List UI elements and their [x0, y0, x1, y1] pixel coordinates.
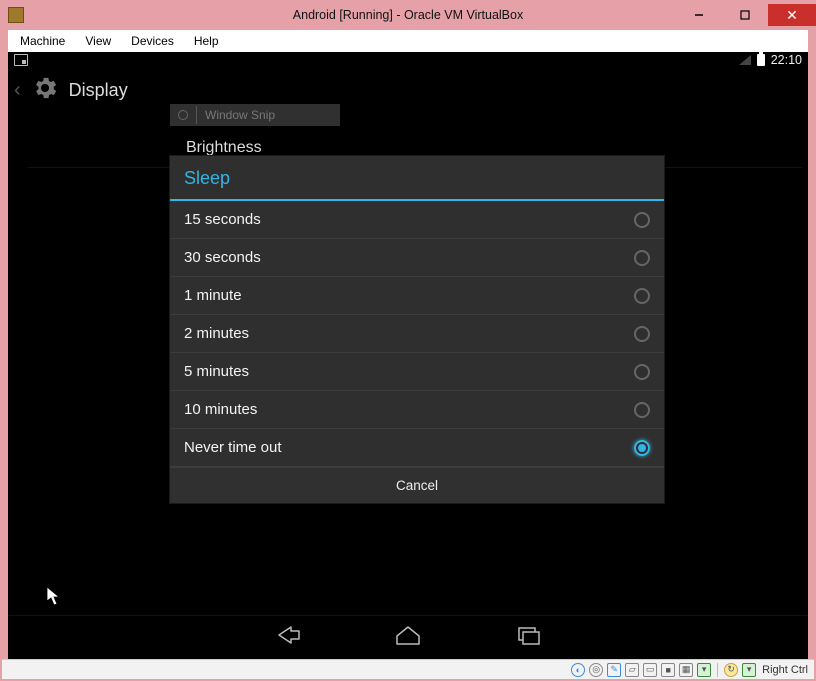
window-titlebar[interactable]: Android [Running] - Oracle VM VirtualBox… [0, 0, 816, 30]
optical-drive-icon[interactable]: ◎ [589, 663, 603, 677]
virtualbox-window: Android [Running] - Oracle VM VirtualBox… [0, 0, 816, 681]
host-key-indicator-icon[interactable]: ↻ [724, 663, 738, 677]
settings-header: ‹ Display [8, 68, 808, 112]
sleep-option-1-minute[interactable]: 1 minute [170, 277, 664, 315]
sleep-option-2-minutes[interactable]: 2 minutes [170, 315, 664, 353]
keyboard-captured-icon[interactable]: ▾ [742, 663, 756, 677]
battery-icon [757, 54, 765, 66]
radio-icon [634, 364, 650, 380]
menubar: Machine View Devices Help [8, 30, 808, 52]
snipping-overlay-label: Window Snip [205, 108, 275, 122]
usb-icon[interactable]: ✎ [607, 663, 621, 677]
window-controls: ✕ [676, 4, 816, 26]
sleep-option-5-minutes[interactable]: 5 minutes [170, 353, 664, 391]
nav-recents-button[interactable] [513, 624, 543, 651]
sleep-option-label: 1 minute [184, 287, 242, 304]
radio-icon [634, 250, 650, 266]
sleep-option-label: 10 minutes [184, 401, 257, 418]
guest-display[interactable]: 22:10 ‹ Display Window Snip Brightness S… [8, 52, 808, 659]
sleep-dialog: Sleep 15 seconds 30 seconds 1 minute 2 m… [170, 156, 664, 503]
menu-view[interactable]: View [77, 32, 119, 50]
status-right-cluster: 22:10 [739, 53, 802, 67]
menu-devices[interactable]: Devices [123, 32, 182, 50]
sleep-option-30-seconds[interactable]: 30 seconds [170, 239, 664, 277]
mouse-cursor-icon [46, 586, 62, 612]
nav-back-button[interactable] [273, 624, 303, 651]
sleep-option-label: 15 seconds [184, 211, 261, 228]
radio-icon [634, 288, 650, 304]
sleep-option-label: 30 seconds [184, 249, 261, 266]
radio-icon [634, 402, 650, 418]
radio-icon [634, 212, 650, 228]
screenshot-icon [14, 54, 28, 66]
menu-help[interactable]: Help [186, 32, 227, 50]
snipping-overlay: Window Snip [170, 104, 340, 126]
sleep-dialog-title: Sleep [170, 156, 664, 199]
radio-icon-selected [634, 440, 650, 456]
status-clock: 22:10 [771, 53, 802, 67]
radio-disabled-icon [178, 110, 188, 120]
signal-icon [739, 55, 751, 65]
maximize-button[interactable] [722, 4, 768, 26]
video-capture-icon[interactable]: ■ [661, 663, 675, 677]
radio-icon [634, 326, 650, 342]
sleep-option-15-seconds[interactable]: 15 seconds [170, 201, 664, 239]
settings-header-title: Display [69, 80, 128, 101]
host-key-label: Right Ctrl [762, 664, 808, 676]
close-button[interactable]: ✕ [768, 4, 816, 26]
back-icon[interactable]: ‹ [14, 79, 21, 102]
virtualbox-app-icon [8, 7, 24, 23]
shared-folders-icon[interactable]: ▱ [625, 663, 639, 677]
sleep-option-label: 5 minutes [184, 363, 249, 380]
gear-icon[interactable] [31, 74, 59, 107]
mouse-integration-icon[interactable]: ▾ [697, 663, 711, 677]
sleep-option-label: 2 minutes [184, 325, 249, 342]
display-mode-icon[interactable]: ▭ [643, 663, 657, 677]
setting-row-brightness-label: Brightness [186, 139, 262, 157]
sleep-option-10-minutes[interactable]: 10 minutes [170, 391, 664, 429]
nav-home-button[interactable] [393, 624, 423, 651]
network-icon[interactable]: ▦ [679, 663, 693, 677]
virtualbox-status-bar: ◐ ◎ ✎ ▱ ▭ ■ ▦ ▾ ↻ ▾ Right Ctrl [2, 659, 814, 679]
android-status-bar[interactable]: 22:10 [8, 52, 808, 68]
sleep-option-label: Never time out [184, 439, 282, 456]
disk-activity-icon[interactable]: ◐ [571, 663, 585, 677]
cancel-button[interactable]: Cancel [170, 467, 664, 503]
menu-machine[interactable]: Machine [12, 32, 73, 50]
sleep-option-never[interactable]: Never time out [170, 429, 664, 467]
android-nav-bar [8, 615, 808, 659]
minimize-button[interactable] [676, 4, 722, 26]
